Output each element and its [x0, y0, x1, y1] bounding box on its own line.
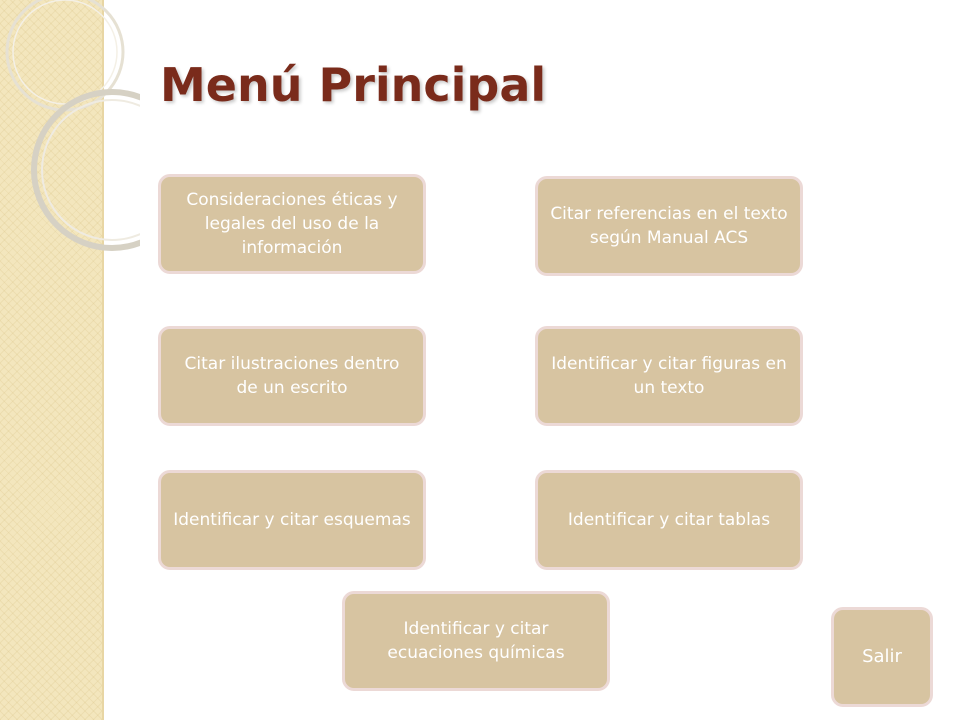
menu-button-identificar-figuras[interactable]: Identificar y citar figuras en un texto: [535, 326, 803, 426]
slide: Menú Principal Consideraciones éticas y …: [0, 0, 960, 720]
menu-button-consideraciones-eticas[interactable]: Consideraciones éticas y legales del uso…: [158, 174, 426, 274]
exit-button[interactable]: Salir: [831, 607, 933, 707]
page-title: Menú Principal: [160, 58, 547, 112]
decorative-circles-icon: [5, 0, 140, 251]
menu-button-citar-referencias-acs[interactable]: Citar referencias en el texto según Manu…: [535, 176, 803, 276]
menu-button-identificar-ecuaciones[interactable]: Identificar y citar ecuaciones químicas: [342, 591, 610, 691]
menu-button-identificar-esquemas[interactable]: Identificar y citar esquemas: [158, 470, 426, 570]
menu-button-citar-ilustraciones[interactable]: Citar ilustraciones dentro de un escrito: [158, 326, 426, 426]
menu-button-identificar-tablas[interactable]: Identificar y citar tablas: [535, 470, 803, 570]
